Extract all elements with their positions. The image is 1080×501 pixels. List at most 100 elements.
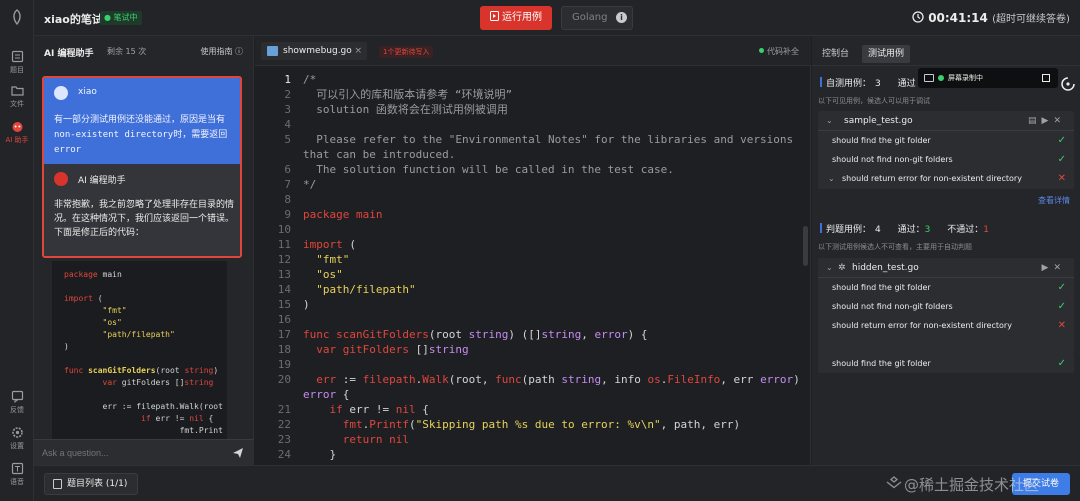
file-actions: ▶✕ (1042, 258, 1066, 278)
run-tests-button[interactable]: 运行用例 (480, 6, 552, 30)
view-details-link[interactable]: 查看详情 (1038, 195, 1070, 206)
judge-test-subtitle: 以下测试用例候选人不可查看，主要用于自动判题 (818, 243, 972, 251)
code-area[interactable]: 1/* 2 可以引入的库和版本请参考 “环境说明” 3 solution 函数将… (255, 72, 811, 465)
tab-showmebug-go[interactable]: showmebug.go × (261, 42, 367, 60)
test-row[interactable]: should find the git folder ✓ (818, 131, 1074, 150)
autocomplete-toggle[interactable]: 代码补全 (759, 46, 799, 57)
chevron-down-icon[interactable]: ⌄ (828, 169, 835, 188)
test-name: should find the git folder (832, 136, 931, 145)
code-line: 17 func scanGitFolders(root string) ([]st… (277, 328, 648, 341)
file-tab-label: showmebug.go (283, 46, 352, 56)
top-bar: xiao的笔试 ● 笔试中 运行用例 Golang i 00:41:14 (超时… (34, 0, 1080, 36)
judge-fail-label: 不通过： (947, 225, 984, 235)
rail-label: 文件 (10, 100, 24, 108)
usage-guide-label: 使用指南 (200, 47, 233, 56)
camera-icon (924, 74, 934, 82)
run-icon[interactable]: ▶ (1042, 116, 1054, 126)
test-row[interactable]: should find the git folder ✓ (818, 354, 1074, 373)
test-row[interactable]: should find the git folder ✓ (818, 278, 1074, 297)
pending-write-badge: 1个更新待写入 (379, 46, 434, 58)
run-icon[interactable]: ▶ (1042, 263, 1054, 273)
rail-item-settings[interactable]: 设置 (0, 426, 34, 451)
test-name: should return error for non-existent dir… (832, 321, 1012, 330)
ai-assistant-panel: AI 编程助手 剩余 15 次 使用指南 ⓘ xiao 有一部分测试用例还没能通… (34, 36, 254, 465)
refresh-icon[interactable] (1060, 76, 1076, 92)
ask-question-bar (34, 439, 254, 465)
chevron-down-icon[interactable]: ⌄ (826, 111, 833, 131)
test-row[interactable]: should not find non-git folders ✓ (818, 150, 1074, 169)
question-list-button[interactable]: 题目列表 (1/1) (44, 473, 138, 495)
code-line: 10 (277, 223, 291, 236)
language-select[interactable]: Golang i (561, 6, 633, 30)
stop-icon[interactable] (1042, 74, 1050, 82)
test-name: should find the git folder (832, 283, 931, 292)
test-row[interactable]: should not find non-git folders ✓ (818, 297, 1074, 316)
code-line: that can be introduced. (303, 148, 456, 161)
code-line: 9 package main (284, 208, 383, 221)
rail-item-ai-assistant[interactable]: AI 助手 (0, 120, 34, 145)
code-line: 14 "path/filepath" (277, 283, 416, 296)
bot-message-text: 非常抱歉，我之前忽略了处理非存在目录的情况。在这种情况下，我们应该返回一个错误。… (54, 200, 235, 238)
feedback-icon (11, 390, 23, 403)
self-test-count: 3 (875, 79, 881, 89)
rail-item-speech[interactable]: 语音 (0, 462, 34, 487)
sample-file-label: sample_test.go (844, 116, 913, 126)
test-name: should find the git folder (832, 359, 931, 368)
judge-count: 4 (875, 225, 881, 235)
tab-test-cases[interactable]: 测试用例 (862, 45, 911, 63)
user-message-text: 有一部分测试用例还没能通过，原因是当有 non-existent directo… (54, 115, 228, 155)
timer-note: (超时可继续答卷) (992, 14, 1070, 25)
save-icon[interactable]: ▤ (1028, 116, 1042, 126)
user-name: xiao (78, 87, 97, 97)
run-tests-label: 运行用例 (502, 12, 542, 23)
autocomplete-label: 代码补全 (767, 47, 799, 56)
test-name: should return error for non-existent dir… (842, 174, 1022, 183)
close-icon[interactable]: ✕ (1053, 116, 1066, 126)
ai-code-snippet: package main import ( "fmt" "os" "path/f… (52, 261, 227, 439)
file-actions: ▤▶✕ (1028, 111, 1066, 131)
failed-test-row[interactable]: ⌄ should return error for non-existent di… (818, 169, 1074, 189)
sample-test-file[interactable]: ⌄ sample_test.go ▤▶✕ (818, 111, 1074, 131)
ai-panel-title: AI 编程助手 (44, 49, 94, 59)
rail-item-files[interactable]: 文件 (0, 84, 34, 109)
rail-label: 题目 (10, 66, 24, 74)
send-icon[interactable] (232, 447, 244, 459)
code-line: 20 err := filepath.Walk(root, func(path … (277, 373, 800, 386)
recording-dot-icon (938, 75, 944, 81)
code-line: 24 } (277, 448, 337, 461)
user-avatar (54, 86, 68, 100)
code-line: 7 */ (284, 178, 317, 191)
editor-scrollbar[interactable] (803, 226, 808, 266)
close-icon[interactable]: ✕ (1053, 263, 1066, 273)
clock-icon (912, 11, 924, 23)
question-list-label: 题目列表 (1/1) (67, 479, 128, 489)
file-icon (267, 46, 278, 56)
code-line: 13 "os" (277, 268, 343, 281)
language-value: Golang (572, 12, 608, 23)
check-icon: ✓ (1057, 358, 1066, 369)
gear-icon (11, 427, 23, 438)
status-dot-icon (759, 48, 764, 53)
code-line: 16 (277, 313, 291, 326)
usage-guide-link[interactable]: 使用指南 ⓘ (200, 46, 243, 57)
chevron-down-icon[interactable]: ⌄ (826, 258, 833, 278)
code-line: 19 (277, 358, 291, 371)
info-icon[interactable]: i (616, 12, 627, 23)
judge-pass-count: 3 (924, 225, 931, 235)
self-pass-label: 通过 (897, 79, 916, 89)
ask-question-input[interactable] (42, 445, 222, 461)
tab-console[interactable]: 控制台 (822, 45, 849, 63)
rail-item-feedback[interactable]: 反馈 (0, 390, 34, 415)
check-icon: ✓ (1057, 135, 1066, 146)
code-line: 6 The solution function will be called i… (284, 163, 674, 176)
code-editor: showmebug.go × 1个更新待写入 代码补全 1/* 2 可以引入的库… (255, 36, 811, 465)
hidden-test-file[interactable]: ⌄ ✲ hidden_test.go ▶✕ (818, 258, 1074, 278)
test-row[interactable]: should return error for non-existent dir… (818, 316, 1074, 335)
close-icon[interactable]: × (354, 42, 362, 60)
play-icon (490, 11, 499, 21)
code-line: 4 (284, 118, 291, 131)
rail-item-questions[interactable]: 题目 (0, 50, 34, 75)
countdown-timer: 00:41:14 (超时可继续答卷) (912, 10, 1070, 25)
check-icon: ✓ (1057, 154, 1066, 165)
bot-avatar (54, 172, 68, 186)
